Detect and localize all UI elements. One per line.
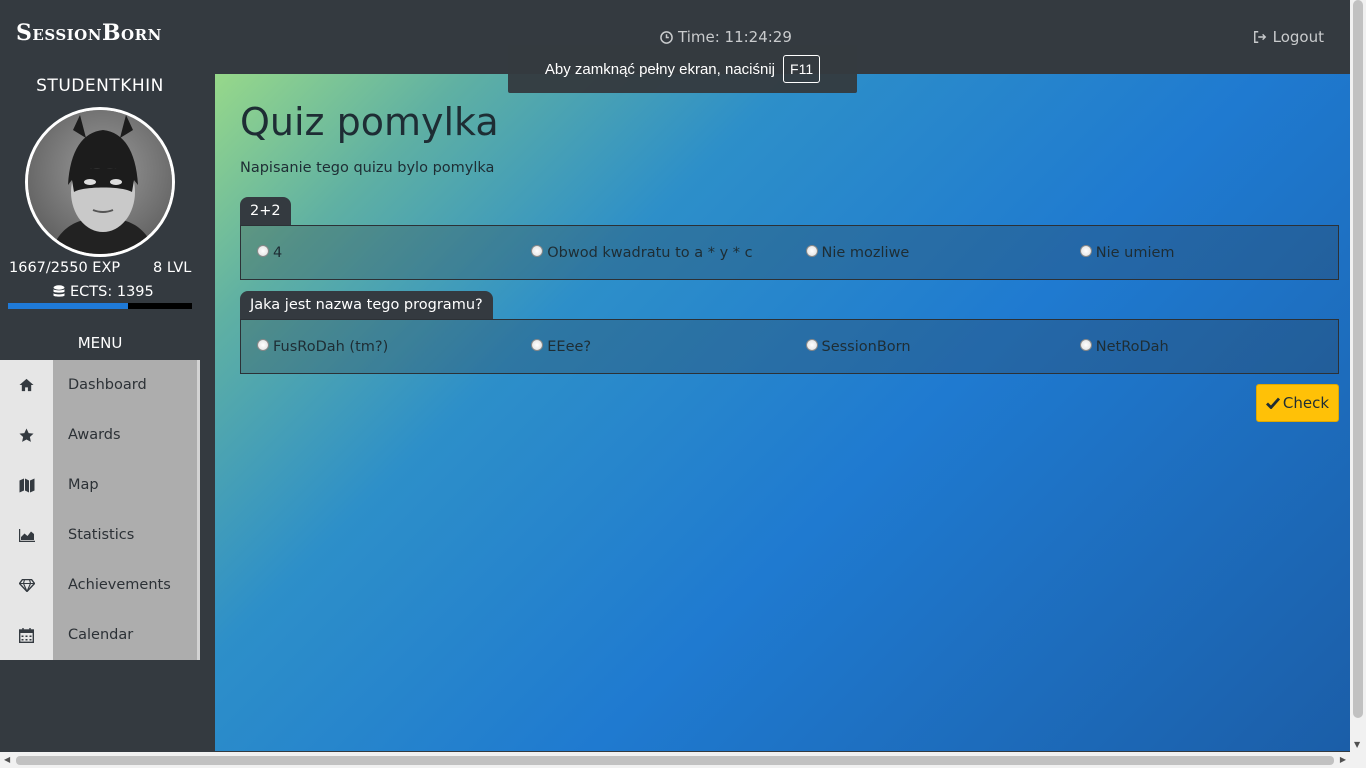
- map-icon: [19, 478, 34, 492]
- radio-button[interactable]: [531, 244, 544, 257]
- home-icon: [19, 378, 34, 392]
- answer-option[interactable]: NetRoDah: [1064, 338, 1338, 355]
- answer-label: FusRoDah (tm?): [273, 338, 389, 355]
- scroll-down-icon[interactable]: ▼: [1354, 740, 1360, 749]
- answer-option[interactable]: SessionBorn: [790, 338, 1064, 355]
- avatar: [25, 107, 175, 257]
- star-icon: [19, 427, 34, 442]
- quiz-description: Napisanie tego quizu bylo pomylka: [240, 160, 495, 176]
- radio-button[interactable]: [805, 338, 818, 351]
- diamond-icon: [18, 578, 35, 592]
- exp-progress-bar: [8, 303, 192, 309]
- radio-button[interactable]: [1079, 244, 1092, 257]
- exp-text: 1667/2550 EXP: [9, 260, 121, 276]
- check-button[interactable]: Check: [1256, 384, 1339, 422]
- brand-logo[interactable]: SessionBorn: [16, 20, 162, 46]
- vertical-scrollbar[interactable]: ▼: [1350, 0, 1366, 752]
- avatar-image: [28, 110, 172, 254]
- question-text: Jaka jest nazwa tego programu?: [240, 291, 493, 319]
- answer-label: NetRoDah: [1095, 338, 1169, 355]
- page-title: Quiz pomylka: [240, 100, 499, 144]
- radio-button[interactable]: [257, 244, 269, 257]
- answer-label: 4: [273, 244, 283, 261]
- sidebar-item-dashboard[interactable]: Dashboard: [0, 360, 200, 410]
- exp-progress-fill: [8, 303, 129, 309]
- area-chart-icon: [18, 528, 35, 542]
- scroll-right-icon[interactable]: ▶: [1340, 755, 1346, 764]
- answer-label: Nie mozliwe: [821, 244, 910, 261]
- answer-option[interactable]: Obwod kwadratu to a * y * c: [515, 244, 789, 261]
- radio-button[interactable]: [805, 244, 818, 257]
- sidebar-item-label: Dashboard: [53, 360, 200, 410]
- answer-option[interactable]: 4: [241, 244, 515, 261]
- answer-option[interactable]: FusRoDah (tm?): [241, 338, 515, 355]
- question-1: 2+2 4 Obwod kwadratu to a * y * c Nie mo…: [240, 197, 1339, 280]
- sidebar-item-label: Achievements: [53, 560, 200, 610]
- database-icon: [53, 285, 65, 297]
- radio-button[interactable]: [531, 338, 544, 351]
- answer-label: EEee?: [547, 338, 592, 355]
- sidebar-item-calendar[interactable]: Calendar: [0, 610, 200, 660]
- clock-icon: [660, 30, 673, 44]
- clock: Time: 11:24:29: [660, 28, 792, 46]
- checkmark-icon: [1265, 397, 1280, 409]
- answer-option[interactable]: Nie mozliwe: [790, 244, 1064, 261]
- sidebar-item-label: Map: [53, 460, 200, 510]
- answer-option[interactable]: EEee?: [515, 338, 789, 355]
- answer-options: 4 Obwod kwadratu to a * y * c Nie mozliw…: [240, 225, 1339, 280]
- radio-button[interactable]: [1079, 338, 1092, 351]
- answer-label: Nie umiem: [1095, 244, 1175, 261]
- sidebar-item-label: Calendar: [53, 610, 200, 660]
- ects: ECTS: 1395: [53, 284, 154, 300]
- scroll-left-icon[interactable]: ◀: [4, 755, 10, 764]
- logout-button[interactable]: Logout: [1253, 28, 1324, 46]
- clock-text: Time: 11:24:29: [678, 28, 792, 46]
- sidebar-item-label: Awards: [53, 410, 200, 460]
- menu-title: MENU: [77, 334, 123, 352]
- scrollbar-thumb[interactable]: [16, 756, 1334, 765]
- calendar-icon: [19, 627, 34, 643]
- fullscreen-key: F11: [783, 55, 821, 83]
- answer-label: SessionBorn: [821, 338, 911, 355]
- logout-label: Logout: [1272, 28, 1324, 46]
- answer-option[interactable]: Nie umiem: [1064, 244, 1338, 261]
- logout-icon: [1253, 31, 1266, 43]
- sidebar-menu: Dashboard Awards Map Statistics Achievem…: [0, 360, 200, 660]
- ects-text: ECTS: 1395: [70, 284, 154, 300]
- sidebar-item-statistics[interactable]: Statistics: [0, 510, 200, 560]
- question-text: 2+2: [240, 197, 291, 225]
- fullscreen-notice: Aby zamknąć pełny ekran, naciśnij F11: [508, 45, 857, 93]
- username: STUDENTKHIN: [36, 76, 164, 96]
- answer-label: Obwod kwadratu to a * y * c: [547, 244, 753, 261]
- check-label: Check: [1282, 394, 1330, 412]
- sidebar-item-achievements[interactable]: Achievements: [0, 560, 200, 610]
- horizontal-scrollbar[interactable]: ◀ ▶: [0, 752, 1366, 768]
- question-2: Jaka jest nazwa tego programu? FusRoDah …: [240, 291, 1339, 374]
- main-content: Quiz pomylka Napisanie tego quizu bylo p…: [215, 74, 1350, 751]
- answer-options: FusRoDah (tm?) EEee? SessionBorn NetRoDa…: [240, 319, 1339, 374]
- sidebar-item-label: Statistics: [53, 510, 200, 560]
- level-text: 8 LVL: [153, 260, 192, 276]
- scrollbar-thumb[interactable]: [1353, 0, 1363, 718]
- fullscreen-notice-text: Aby zamknąć pełny ekran, naciśnij: [544, 60, 776, 78]
- sidebar-item-map[interactable]: Map: [0, 460, 200, 510]
- sidebar-item-awards[interactable]: Awards: [0, 410, 200, 460]
- radio-button[interactable]: [257, 338, 269, 351]
